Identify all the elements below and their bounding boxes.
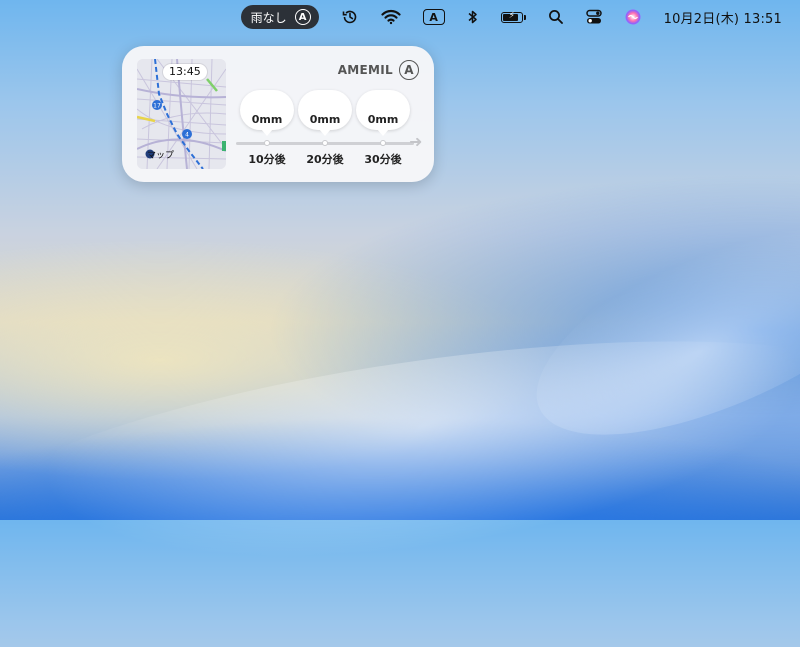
timeline-marker xyxy=(322,140,328,146)
rain-status-pill[interactable]: 雨なし A xyxy=(240,5,319,29)
forecast-label-30min: 30分後 xyxy=(364,153,402,166)
circled-a-icon: A xyxy=(294,9,311,25)
wifi-icon[interactable] xyxy=(381,5,401,29)
wallpaper-wave-highlight xyxy=(505,158,800,482)
control-center-icon[interactable] xyxy=(585,5,602,29)
forecast-label-10min: 10分後 xyxy=(248,153,286,166)
brand-name: AMEMIL xyxy=(337,63,393,77)
siri-icon[interactable] xyxy=(624,5,642,29)
forecast-label-20min: 20分後 xyxy=(306,153,344,166)
timeline-arrow-icon: ➜ xyxy=(409,132,423,151)
menu-bar-clock[interactable]: 10月2日(木) 13:51 xyxy=(664,8,782,27)
map-attribution: マップ xyxy=(147,151,175,161)
forecast-amount: 0mm xyxy=(309,113,341,126)
time-machine-icon[interactable] xyxy=(341,5,359,29)
svg-text:4: 4 xyxy=(185,132,189,139)
route-badge-17-icon: 17 xyxy=(152,100,162,110)
forecast-bubble-10min: 0mm xyxy=(240,90,294,136)
forecast-bubble-30min: 0mm xyxy=(356,90,410,136)
brand-logo-icon: A xyxy=(399,60,419,80)
svg-text:17: 17 xyxy=(153,103,161,110)
forecast-amount: 0mm xyxy=(251,113,283,126)
timeline-marker xyxy=(264,140,270,146)
widget-brand: AMEMIL A xyxy=(338,60,419,80)
menu-bar-extras: 雨なし A A ⚡ 10月2日(木) 13:51 xyxy=(240,5,782,29)
rain-status-text: 雨なし xyxy=(250,10,287,25)
input-source-icon[interactable]: A xyxy=(422,5,445,29)
route-badge-4-icon: 4 xyxy=(182,129,192,139)
bluetooth-icon[interactable] xyxy=(467,5,479,29)
search-icon[interactable] xyxy=(548,5,564,29)
forecast-bubble-20min: 0mm xyxy=(298,90,352,136)
forecast-amount: 0mm xyxy=(367,113,399,126)
input-source-letter: A xyxy=(422,9,445,25)
map-time-label: 13:45 xyxy=(163,64,207,80)
menu-bar: 雨なし A A ⚡ 10月2日(木) 13:51 xyxy=(0,0,800,34)
rain-map-thumbnail[interactable]: 17 4 13:45 マップ xyxy=(137,59,226,169)
timeline-marker xyxy=(380,140,386,146)
amemil-rain-widget[interactable]: 17 4 13:45 マップ AMEMIL A 0mm 0mm 0mm ➜ 10… xyxy=(122,46,434,182)
wallpaper-wave xyxy=(0,292,800,647)
battery-icon[interactable]: ⚡ xyxy=(500,5,526,29)
